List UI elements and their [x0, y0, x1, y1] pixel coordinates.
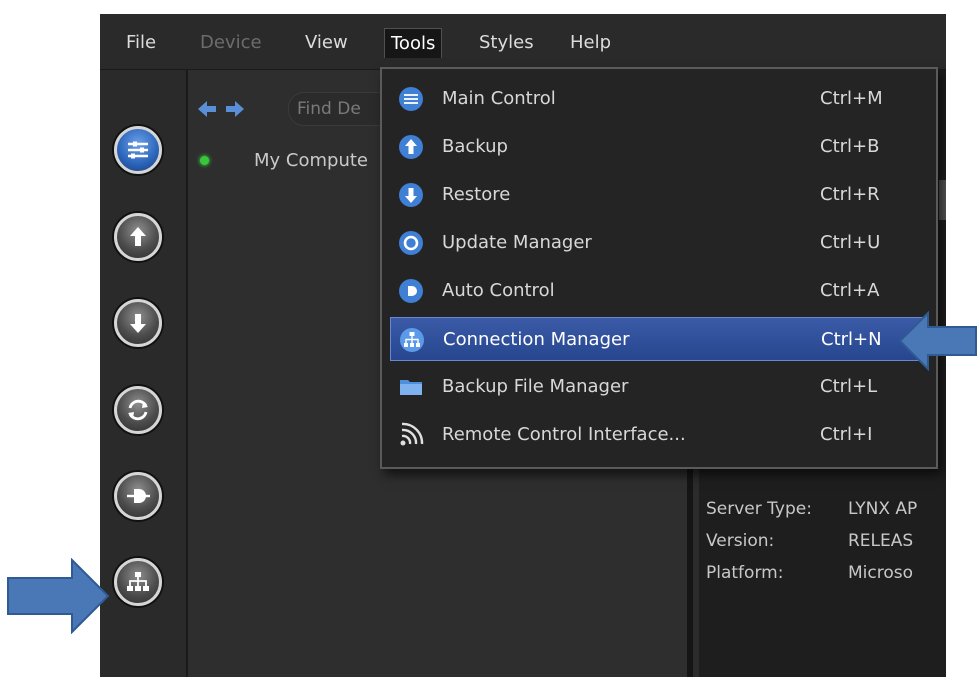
menu-item-label: Update Manager — [442, 232, 592, 253]
menu-item-connection-manager[interactable]: Connection Manager Ctrl+N — [390, 317, 928, 361]
info-row-platform: Platform: Microso — [706, 560, 913, 586]
menu-item-shortcut: Ctrl+U — [820, 232, 881, 253]
menu-device[interactable]: Device — [194, 28, 268, 58]
info-row-server-type: Server Type: LYNX AP — [706, 496, 917, 522]
menu-item-shortcut: Ctrl+M — [820, 88, 883, 109]
auto-control-button[interactable] — [114, 472, 162, 520]
menu-item-shortcut: Ctrl+B — [820, 136, 880, 157]
left-toolbar — [100, 70, 188, 677]
restore-button[interactable] — [114, 299, 162, 347]
restore-icon — [130, 314, 146, 333]
menu-item-label: Auto Control — [442, 280, 555, 301]
menu-item-main-control[interactable]: Main Control Ctrl+M — [390, 77, 928, 121]
wireless-icon — [400, 422, 424, 446]
menu-item-shortcut: Ctrl+R — [820, 184, 880, 205]
info-key: Platform: — [706, 563, 784, 583]
menu-item-auto-control[interactable]: Auto Control Ctrl+A — [390, 269, 928, 313]
menu-item-shortcut: Ctrl+L — [820, 376, 878, 397]
info-value: RELEAS — [848, 531, 914, 551]
menu-item-shortcut: Ctrl+A — [820, 280, 880, 301]
scrollbar-thumb[interactable] — [939, 180, 946, 220]
connection-manager-icon — [400, 328, 424, 352]
menu-item-label: Backup File Manager — [442, 376, 629, 397]
info-value: Microso — [848, 563, 914, 583]
auto-control-icon — [399, 279, 423, 303]
restore-icon — [399, 183, 423, 207]
backup-button[interactable] — [114, 213, 162, 261]
status-dot — [200, 156, 209, 165]
tools-menu: Main Control Ctrl+M Backup Ctrl+B Restor… — [380, 67, 938, 469]
tree-item-label: My Compute — [254, 150, 368, 171]
menu-item-backup-file-manager[interactable]: Backup File Manager Ctrl+L — [390, 365, 928, 409]
menu-tools[interactable]: Tools — [384, 28, 443, 58]
info-key: Server Type: — [706, 499, 812, 519]
menu-item-label: Connection Manager — [443, 329, 630, 350]
menu-item-restore[interactable]: Restore Ctrl+R — [390, 173, 928, 217]
menu-item-remote-control-interface[interactable]: Remote Control Interface... Ctrl+I — [390, 413, 928, 457]
menu-file[interactable]: File — [120, 28, 162, 58]
menu-item-label: Restore — [442, 184, 511, 205]
info-value: LYNX AP — [848, 499, 918, 519]
main-control-icon — [399, 87, 423, 111]
folder-icon — [400, 380, 422, 395]
menu-item-shortcut: Ctrl+I — [820, 424, 873, 445]
main-control-icon — [128, 141, 148, 159]
menu-item-label: Main Control — [442, 88, 556, 109]
menu-bar: File Device View Tools Styles Help — [100, 14, 946, 70]
update-manager-icon — [399, 231, 423, 255]
backup-icon — [399, 135, 423, 159]
menu-item-label: Remote Control Interface... — [442, 424, 686, 445]
menu-item-label: Backup — [442, 136, 508, 157]
menu-item-shortcut: Ctrl+N — [821, 329, 882, 350]
connection-manager-button[interactable] — [114, 558, 162, 606]
menu-item-update-manager[interactable]: Update Manager Ctrl+U — [390, 221, 928, 265]
info-key: Version: — [706, 531, 775, 551]
menu-styles[interactable]: Styles — [473, 28, 540, 58]
backup-icon — [130, 227, 146, 246]
info-row-version: Version: RELEAS — [706, 528, 913, 554]
main-control-button[interactable] — [114, 126, 162, 174]
nav-arrows-icon[interactable] — [196, 98, 256, 120]
update-manager-icon — [128, 399, 148, 421]
menu-help[interactable]: Help — [564, 28, 617, 58]
menu-item-backup[interactable]: Backup Ctrl+B — [390, 125, 928, 169]
connection-manager-icon — [127, 572, 149, 591]
update-manager-button[interactable] — [114, 386, 162, 434]
auto-control-icon — [127, 489, 150, 503]
callout-arrow-left-icon — [898, 310, 977, 372]
menu-view[interactable]: View — [299, 28, 354, 58]
app-window: File Device View Tools Styles Help Find … — [100, 14, 946, 677]
callout-arrow-right-icon — [7, 558, 110, 634]
